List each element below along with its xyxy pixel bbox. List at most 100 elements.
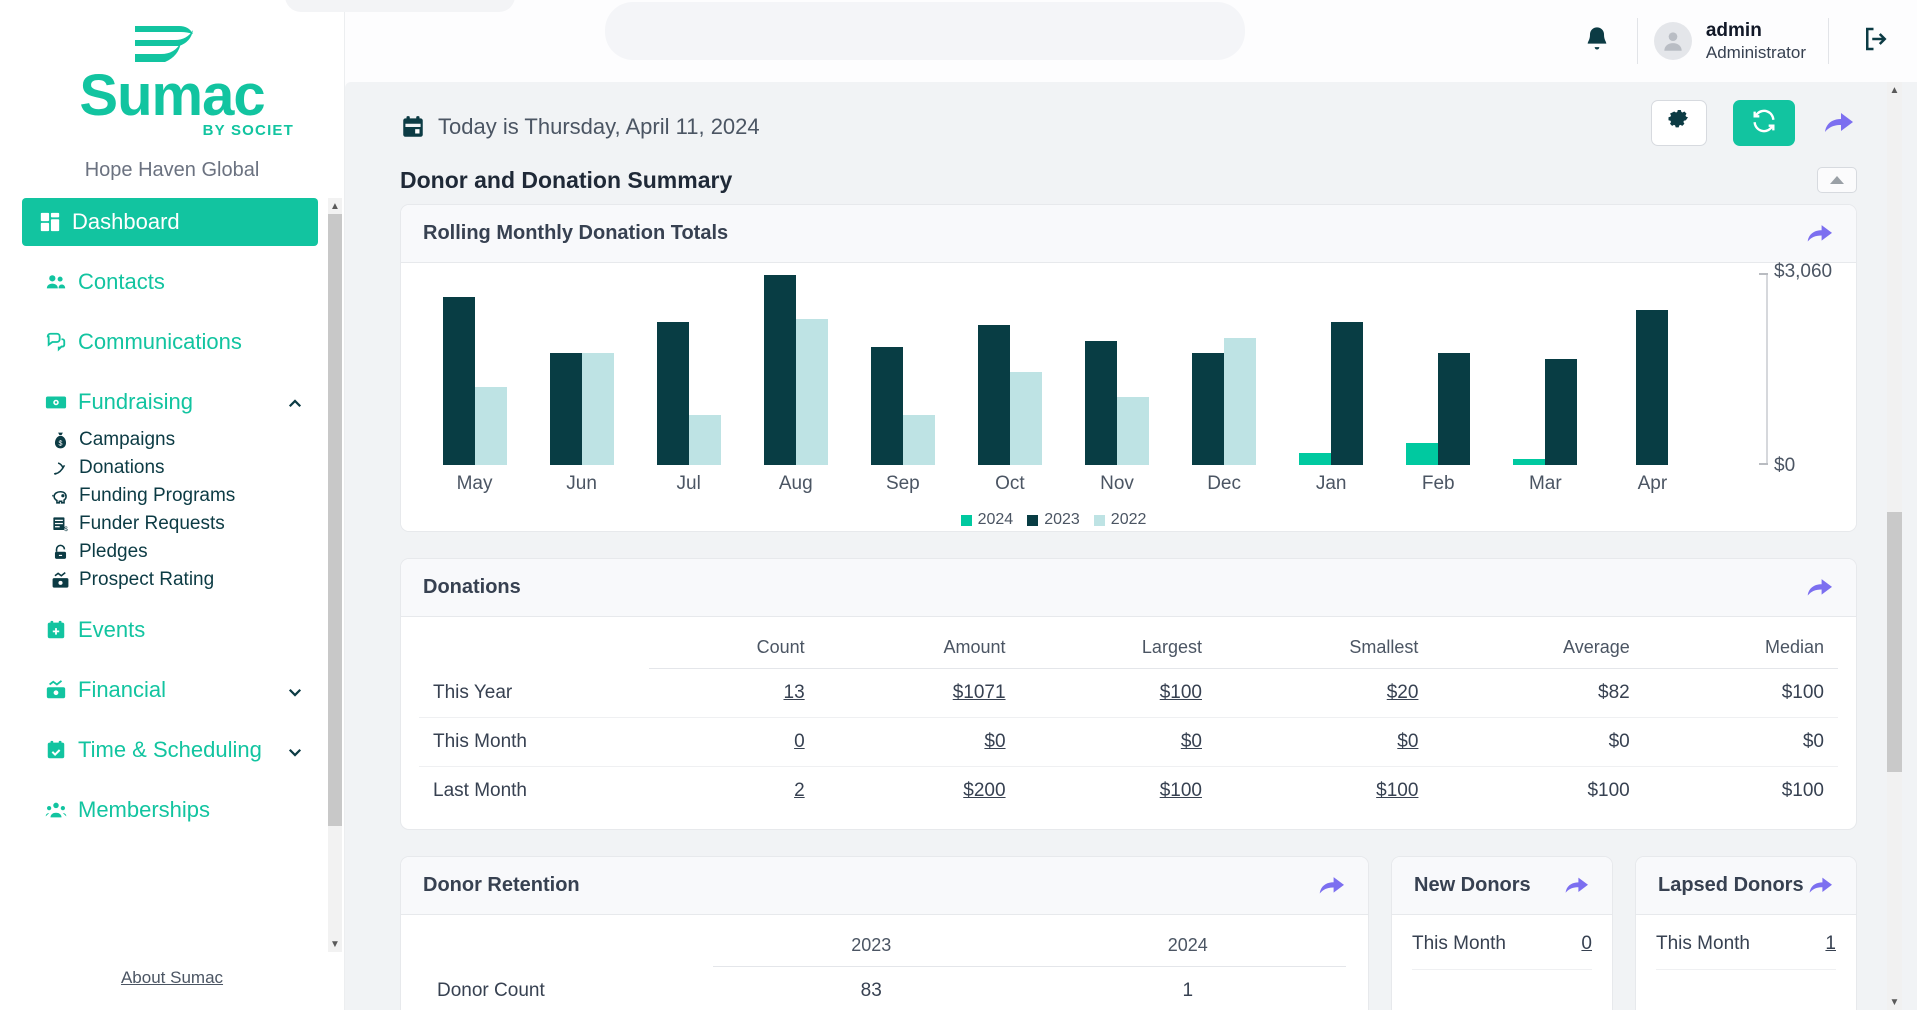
donor-retention-table: 20232024 Donor Count831: [423, 921, 1346, 1010]
x-axis-label: Apr: [1599, 473, 1706, 495]
sidebar-item-communications[interactable]: Communications: [22, 318, 318, 366]
calendar-icon: [400, 114, 426, 140]
cell-link[interactable]: $0: [1397, 731, 1418, 752]
events-icon: [44, 618, 68, 642]
triangle-up-icon: [1829, 172, 1845, 189]
user-role: Administrator: [1706, 42, 1806, 63]
scroll-up-icon[interactable]: ▲: [328, 198, 342, 214]
table-cell[interactable]: $100: [1020, 669, 1216, 718]
cell-link[interactable]: $200: [963, 780, 1005, 801]
row-value-link[interactable]: 1: [1825, 933, 1836, 955]
bar-2023-Jul: [657, 322, 689, 465]
sidebar-item-pledges[interactable]: Pledges: [0, 538, 318, 566]
gear-icon: [1667, 109, 1691, 137]
bar-2022-Aug: [796, 319, 828, 465]
x-axis-label: Dec: [1171, 473, 1278, 495]
sidebar-item-time-scheduling[interactable]: Time & Scheduling: [22, 726, 318, 774]
row-value-link[interactable]: 0: [1581, 933, 1592, 955]
column-header: Amount: [819, 623, 1020, 669]
table-cell[interactable]: $20: [1216, 669, 1432, 718]
x-axis-label: Mar: [1492, 473, 1599, 495]
header-divider-1: [1637, 18, 1638, 64]
share-arrow-icon[interactable]: [1562, 872, 1590, 900]
share-arrow-icon[interactable]: [1804, 219, 1834, 249]
table-cell[interactable]: 0: [649, 718, 819, 767]
content-scrollbar-inner[interactable]: ▲ ▼: [1887, 82, 1902, 1010]
about-sumac-link[interactable]: About Sumac: [0, 952, 344, 1010]
cell-link[interactable]: 0: [794, 731, 805, 752]
cell-link[interactable]: $1071: [953, 682, 1006, 703]
bar-2022-Dec: [1224, 338, 1256, 465]
y-axis-min-label: $0: [1774, 455, 1795, 477]
cell-link[interactable]: $100: [1160, 780, 1202, 801]
table-cell[interactable]: $0: [1216, 718, 1432, 767]
sidebar-item-campaigns[interactable]: $ Campaigns: [0, 426, 318, 454]
user-info[interactable]: admin Administrator: [1706, 19, 1806, 64]
sidebar-item-prospect-rating[interactable]: Prospect Rating: [0, 566, 318, 594]
sidebar-item-fundraising[interactable]: Fundraising: [22, 378, 318, 426]
table-cell[interactable]: $0: [1020, 718, 1216, 767]
sidebar-scroll-thumb[interactable]: [328, 214, 342, 826]
cell-link[interactable]: 13: [784, 682, 805, 703]
chart-body: MayJunJulAugSepOctNovDecJanFebMarApr $3,…: [401, 263, 1856, 531]
bar-2023-Sep: [871, 347, 903, 465]
cell-link[interactable]: $0: [984, 731, 1005, 752]
calendar-check-icon: [44, 738, 68, 762]
logout-icon[interactable]: [1861, 24, 1891, 58]
share-arrow-icon[interactable]: [1804, 573, 1834, 603]
table-cell[interactable]: $0: [819, 718, 1020, 767]
organization-name: Hope Haven Global: [0, 159, 344, 182]
column-header: Largest: [1020, 623, 1216, 669]
table-row: This Year13$1071$100$20$82$100: [419, 669, 1838, 718]
sidebar-item-label: Communications: [78, 329, 242, 355]
bar-chart: [421, 275, 1706, 465]
cell-link[interactable]: $20: [1387, 682, 1419, 703]
bar-2022-Jul: [689, 415, 721, 465]
global-search-bar[interactable]: [605, 2, 1245, 60]
chart-y-axis: $3,060 $0: [1766, 273, 1768, 465]
share-arrow-icon[interactable]: [1821, 106, 1855, 140]
refresh-button[interactable]: [1733, 100, 1795, 146]
content-scroll-thumb[interactable]: [1887, 512, 1902, 772]
table-cell[interactable]: $1071: [819, 669, 1020, 718]
bar-2023-Aug: [764, 275, 796, 465]
sidebar-item-financial[interactable]: Financial: [22, 666, 318, 714]
brand-block: Sumac BY SOCIET Hope Haven Global: [0, 0, 344, 184]
cell-link[interactable]: $100: [1376, 780, 1418, 801]
bar-2022-May: [475, 387, 507, 465]
donations-card: Donations CountAmountLargestSmallestAver…: [400, 558, 1857, 830]
avatar[interactable]: [1654, 22, 1692, 60]
collapse-section-button[interactable]: [1817, 167, 1857, 193]
settings-button[interactable]: [1651, 100, 1707, 146]
table-header-row: CountAmountLargestSmallestAverageMedian: [419, 623, 1838, 669]
table-cell[interactable]: 2: [649, 767, 819, 816]
column-header: Count: [649, 623, 819, 669]
sidebar-item-events[interactable]: Events: [22, 606, 318, 654]
scroll-down-icon[interactable]: ▼: [328, 936, 342, 952]
sidebar-item-label: Financial: [78, 677, 166, 703]
table-cell[interactable]: $100: [1216, 767, 1432, 816]
table-cell[interactable]: $100: [1020, 767, 1216, 816]
cell-link[interactable]: $100: [1160, 682, 1202, 703]
share-arrow-icon[interactable]: [1316, 871, 1346, 901]
cell-link[interactable]: 2: [794, 780, 805, 801]
sidebar: Sumac BY SOCIET Hope Haven Global Dashbo…: [0, 0, 345, 1010]
bar-2023-Nov: [1085, 341, 1117, 465]
dashboard-page: Sumac BY SOCIET Hope Haven Global Dashbo…: [0, 0, 1917, 1010]
scroll-up-icon[interactable]: ▲: [1887, 82, 1902, 98]
sidebar-item-funder-requests[interactable]: $ Funder Requests: [0, 510, 318, 538]
sidebar-item-funding-programs[interactable]: Funding Programs: [0, 482, 318, 510]
table-cell[interactable]: $200: [819, 767, 1020, 816]
header-divider-2: [1828, 18, 1829, 64]
table-cell[interactable]: 13: [649, 669, 819, 718]
sidebar-item-contacts[interactable]: Contacts: [22, 258, 318, 306]
sidebar-item-memberships[interactable]: Memberships: [22, 786, 318, 834]
sidebar-item-donations[interactable]: Donations: [0, 454, 318, 482]
cell-link[interactable]: $0: [1181, 731, 1202, 752]
bar-group: [742, 275, 849, 465]
notifications-bell-icon[interactable]: [1583, 25, 1611, 57]
scroll-down-icon[interactable]: ▼: [1887, 994, 1902, 1010]
sidebar-item-dashboard[interactable]: Dashboard: [22, 198, 318, 246]
share-arrow-icon[interactable]: [1806, 872, 1834, 900]
sidebar-scrollbar[interactable]: ▲ ▼: [328, 198, 342, 952]
